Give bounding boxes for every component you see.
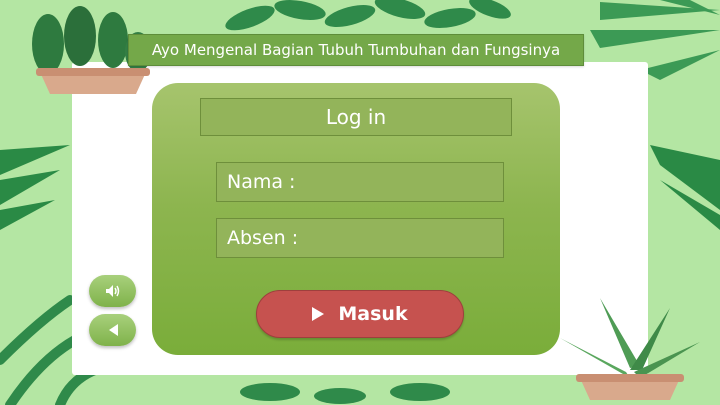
top-fern-leaves (225, 0, 511, 31)
masuk-button[interactable]: Masuk (256, 290, 464, 338)
nama-label: Nama : (227, 171, 296, 193)
login-heading: Log in (200, 98, 512, 136)
aloe-pot-icon (560, 298, 700, 400)
left-palm (0, 145, 70, 230)
absen-field[interactable]: Absen : (216, 218, 504, 258)
play-icon (312, 307, 325, 321)
back-triangle-icon (108, 324, 118, 336)
sound-button[interactable] (89, 275, 136, 307)
speaker-icon (105, 285, 119, 297)
nama-field[interactable]: Nama : (216, 162, 504, 202)
absen-label: Absen : (227, 227, 299, 249)
right-palm (650, 145, 720, 230)
bottom-center-leaves (240, 383, 450, 404)
masuk-label: Masuk (338, 303, 408, 325)
back-button[interactable] (89, 314, 136, 346)
page-title: Ayo Mengenal Bagian Tubuh Tumbuhan dan F… (128, 34, 584, 66)
